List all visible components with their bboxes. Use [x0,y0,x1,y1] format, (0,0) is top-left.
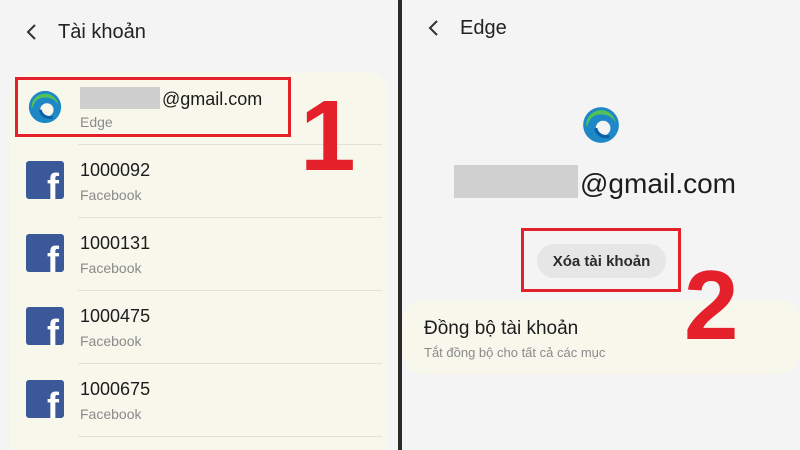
page-title: Tài khoản [58,20,146,43]
edge-icon [583,107,619,143]
step-number-1: 1 [300,80,356,192]
edge-account-screen: Edge @gmail.com Xóa tài khoản Đồng bộ tà… [402,0,800,450]
highlight-box-step-1 [15,77,291,137]
account-type: Facebook [80,333,142,349]
account-id: 1000475 [80,306,151,326]
facebook-icon: f [26,161,64,199]
step-number-2: 2 [684,250,739,360]
edge-header: Edge [422,10,507,46]
facebook-icon: f [26,307,64,345]
account-row-facebook[interactable]: f 1000675 Facebook [10,364,388,437]
sync-subtitle: Tắt đồng bộ cho tất cả các mục [424,345,606,360]
accounts-header: Tài khoản [20,14,146,50]
account-id: 1000675 [80,379,151,399]
account-id: 1000131 [80,233,151,253]
highlight-box-step-2 [521,228,681,292]
page-title: Edge [460,16,507,39]
account-type: Facebook [80,260,142,276]
redacted-block [454,165,578,198]
sync-title: Đồng bộ tài khoản [424,318,579,339]
screenshot-stage: Tài khoản @gmail.com Edge f 1000092 Face… [0,0,800,450]
facebook-icon: f [26,234,64,272]
chevron-left-icon [26,24,36,40]
facebook-icon: f [26,380,64,418]
account-row-facebook[interactable]: f 1000131 Facebook [10,218,388,291]
account-type: Facebook [80,406,142,422]
chevron-left-icon [428,20,438,36]
account-type: Facebook [80,187,142,203]
accounts-screen: Tài khoản @gmail.com Edge f 1000092 Face… [0,0,398,450]
sync-account-item[interactable]: Đồng bộ tài khoản Tắt đồng bộ cho tất cả… [402,300,800,374]
account-email: @gmail.com [454,165,736,200]
row-divider [78,436,382,437]
account-row-facebook[interactable]: f 1000475 Facebook [10,291,388,364]
back-button[interactable] [20,20,44,44]
account-id: 1000092 [80,160,151,180]
back-button[interactable] [422,16,446,40]
